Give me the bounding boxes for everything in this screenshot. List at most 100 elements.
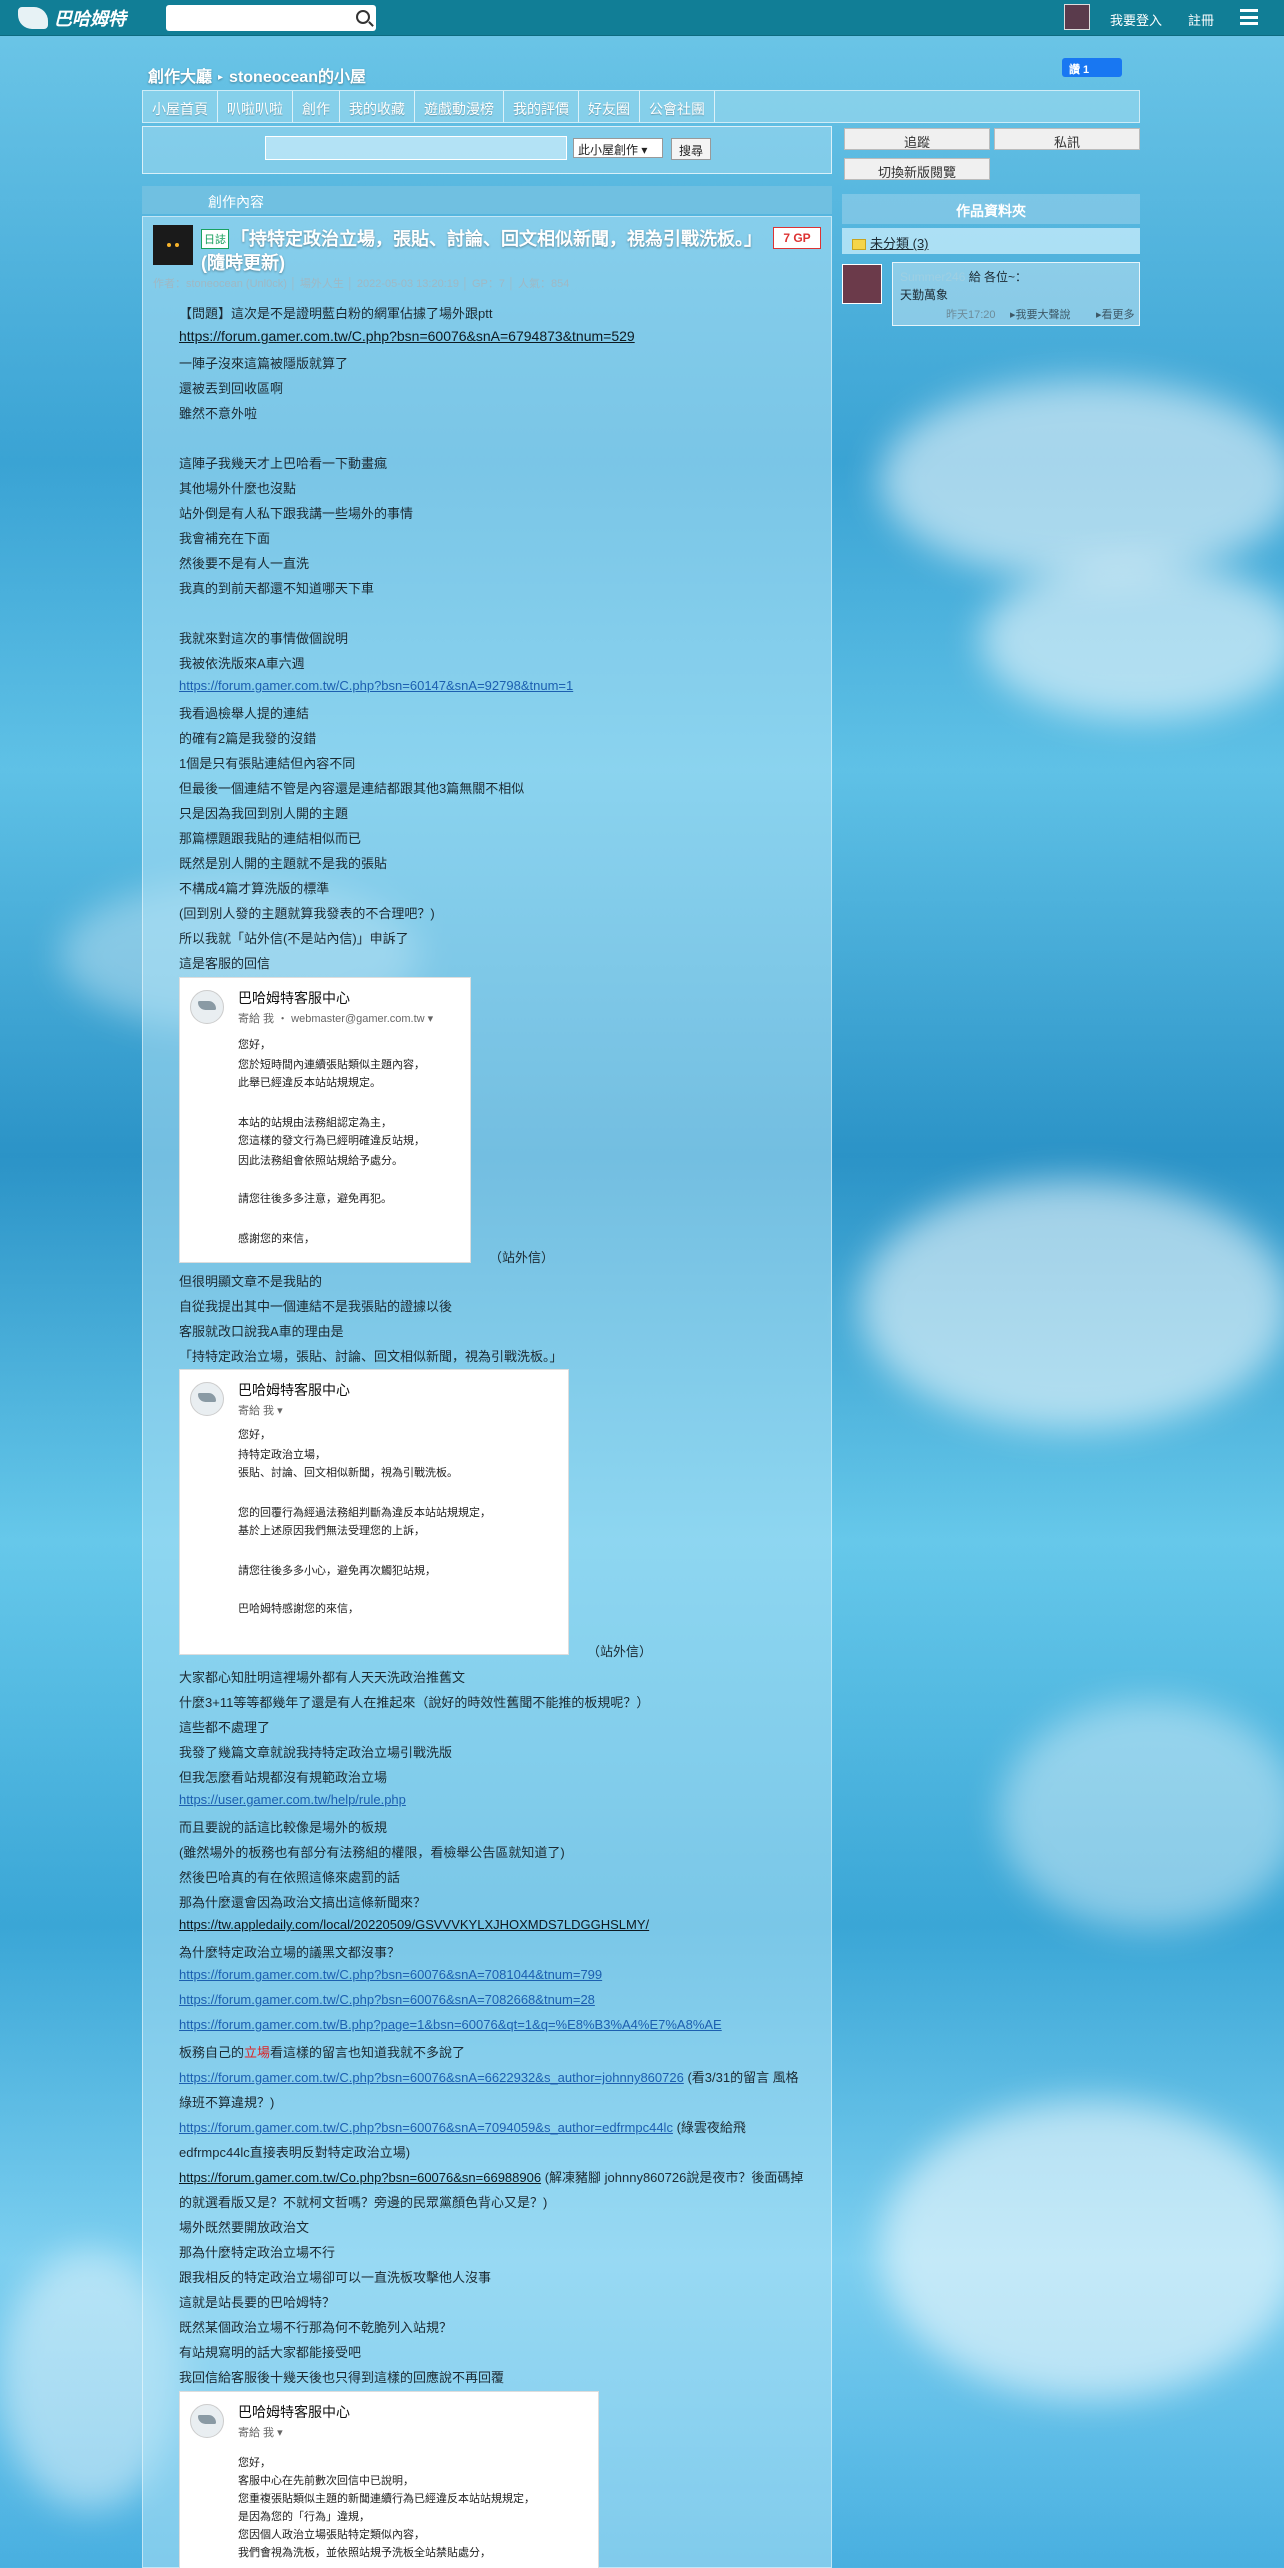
nav-tab-bala[interactable]: 叭啦叭啦 [218,91,293,122]
nav-tab-creation[interactable]: 創作 [293,91,340,122]
text-link[interactable]: https://forum.gamer.com.tw/C.php?bsn=600… [179,1967,602,1982]
text-line: 但最後一個連結不管是內容還是連結都跟其他3篇無關不相似 [179,781,525,796]
mail-sender: 巴哈姆特客服中心 [238,2404,350,2420]
text-link[interactable]: https://tw.appledaily.com/local/20220509… [179,1917,649,1932]
text-link[interactable]: https://forum.gamer.com.tw/C.php?bsn=600… [179,328,635,344]
text-line: 既然是別人開的主題就不是我的張貼 [179,856,388,871]
top-navbar: 巴哈姆特 我要登入 註冊 [0,0,1284,36]
mail-text: 持特定政治立場， [238,1449,326,1461]
switch-version-button[interactable]: 切換新版閱覽 [844,158,990,180]
text-line: 我發了幾篇文章就說我持特定政治立場引戰洗版 [179,1745,453,1760]
text-line: 然後要不是有人一直洗 [179,556,310,571]
home-search-bar: 此小屋創作 ▾ 搜尋 [142,126,832,174]
text-link[interactable]: https://forum.gamer.com.tw/Co.php?bsn=60… [179,2170,541,2185]
bahamut-service-logo-icon [190,990,224,1024]
mail-text: 您好， [238,1429,271,1441]
home-search-button[interactable]: 搜尋 [671,138,711,160]
text-line: https://forum.gamer.com.tw/C.php?bsn=600… [179,2067,799,2086]
search-scope-value: 此小屋創作 [578,143,639,157]
text-line: 有站規寫明的話大家都能接受吧 [179,2345,362,2360]
breadcrumb-arrow-icon: ▸ [218,72,224,84]
site-logo[interactable]: 巴哈姆特 [18,4,126,32]
nav-tab-ranking[interactable]: 遊戲動漫榜 [415,91,504,122]
text-part: (看3/31的留言 風格 [683,2070,799,2085]
hamburger-menu-icon[interactable] [1240,9,1258,25]
register-link[interactable]: 註冊 [1188,10,1214,29]
gp-badge[interactable]: 7 GP [773,227,821,249]
folder-item[interactable]: 未分類 (3) [842,228,1140,254]
follow-button[interactable]: 追蹤 [844,128,990,150]
text-part: 板務自己的 [179,2045,245,2060]
text-link[interactable]: https://user.gamer.com.tw/help/rule.php [179,1792,406,1807]
text-link[interactable]: https://forum.gamer.com.tw/C.php?bsn=600… [179,2120,673,2135]
diary-tag: 日誌 [201,229,229,249]
text-line: 這陣子我幾天才上巴哈看一下動畫瘋 [179,456,388,471]
nav-tab-collection[interactable]: 我的收藏 [340,91,415,122]
home-nav-tabs: 小屋首頁 叭啦叭啦 創作 我的收藏 遊戲動漫榜 我的評價 好友圈 公會社團 [142,90,1140,123]
mail-recipient: 寄給 我 ▾ [238,2427,283,2439]
search-scope-select[interactable]: 此小屋創作 ▾ [573,138,663,158]
mail-text: 此舉已經違反本站站規規定。 [238,1077,381,1089]
mail-text: 本站的站規由法務組認定為主， [238,1117,392,1129]
text-line: 只是因為我回到別人開的主題 [179,806,349,821]
user-avatar[interactable] [1064,4,1090,30]
login-link[interactable]: 我要登入 [1110,10,1162,29]
text-line: 那篇標題跟我貼的連結相似而已 [179,831,362,846]
text-line: 既然某個政治立場不行那為何不乾脆列入站規？ [179,2320,453,2335]
mail-text: 您這樣的發文行為已經明確違反站規， [238,1135,425,1147]
bahamut-service-logo-icon [190,2404,224,2438]
comment-user[interactable]: Summer246 [900,270,965,284]
comment-reply-link[interactable]: ▸我要大聲說 [1010,306,1071,322]
text-part: (綠雲夜給飛 [672,2120,746,2135]
email-screenshot-2: 巴哈姆特客服中心 寄給 我 ▾ 您好， 持特定政治立場， 張貼、討論、回文相似新… [179,1369,569,1655]
comment-more-link[interactable]: ▸看更多 [1096,306,1135,322]
text-line: 我被依洗版來A車六週 [179,656,305,671]
text-part: (解凍豬腳 johnny860726說是夜市？後面碼掉 [541,2170,804,2185]
mail-recipient: 寄給 我 ▾ [238,1405,283,1417]
text-line: 還被丟到回收區啊 [179,381,284,396]
nav-tab-reviews[interactable]: 我的評價 [504,91,579,122]
mail-text: 您好， [238,1039,271,1051]
nav-tab-friends[interactable]: 好友圈 [579,91,640,122]
breadcrumb-root[interactable]: 創作大廳 [148,69,212,86]
mail-text: 您於短時間內連續張貼類似主題內容， [238,1059,425,1071]
site-search-input[interactable] [166,5,376,31]
text-line: (回到別人發的主題就算我發表的不合理吧？) [179,906,435,921]
text-line: 但我怎麼看站規都沒有規範政治立場 [179,1770,388,1785]
offsite-note: （站外信） [489,1250,555,1265]
text-line: 我看過檢舉人提的連結 [179,706,310,721]
text-link[interactable]: https://forum.gamer.com.tw/C.php?bsn=601… [179,678,573,693]
breadcrumb-home[interactable]: stoneocean的小屋 [229,69,366,86]
facebook-like-button[interactable]: 讚 1 [1062,58,1122,77]
nav-tab-guilds[interactable]: 公會社團 [640,91,715,122]
mail-text: 您的回覆行為經過法務組判斷為違反本站站規規定， [238,1507,491,1519]
text-link[interactable]: https://forum.gamer.com.tw/B.php?page=1&… [179,2017,722,2032]
text-line: 一陣子沒來這篇被隱版就算了 [179,356,349,371]
main-content-column: 此小屋創作 ▾ 搜尋 創作內容 「持特定政治立場，張貼、討論、回文相似新聞，視為… [142,126,832,2568]
mail-text: 我們會視為洗板，並依照站規予洗板全站禁貼處分， [238,2547,491,2559]
text-line: 其他場外什麼也沒點 [179,481,297,496]
mail-text: 您好， [238,2457,271,2469]
nav-tab-home[interactable]: 小屋首頁 [143,91,218,122]
text-link[interactable]: https://forum.gamer.com.tw/C.php?bsn=600… [179,2070,684,2085]
content-section-title: 創作內容 [142,186,832,214]
text-line: 站外倒是有人私下跟我講一些場外的事情 [179,506,414,521]
text-line: 這些都不處理了 [179,1720,271,1735]
folder-icon [852,239,866,251]
commenter-avatar[interactable] [842,264,882,304]
text-line: 為什麼特定政治立場的議黑文都沒事？ [179,1945,401,1960]
text-link[interactable]: https://forum.gamer.com.tw/C.php?bsn=600… [179,1992,595,2007]
text-line: 這就是站長要的巴哈姆特？ [179,2295,336,2310]
message-button[interactable]: 私訊 [994,128,1140,150]
search-icon[interactable] [356,10,370,24]
text-line: 所以我就「站外信(不是站內信)」申訴了 [179,931,409,946]
comment-text: 天勤萬象 [900,288,949,302]
text-line: 什麼3+11等等都幾年了還是有人在推起來（說好的時效性舊聞不能推的板規呢？） [179,1695,650,1710]
text-line: 綠班不算違規？) [179,2095,275,2110]
article-meta: 作者：stoneocean (Unl0ck) │ 場外人生 │ 2022-05-… [153,278,570,290]
text-line: 的確有2篇是我發的沒錯 [179,731,317,746]
folder-item-label[interactable]: 未分類 (3) [870,236,929,251]
mail-text: 請您往後多多小心，避免再次觸犯站規， [238,1565,436,1577]
home-search-input[interactable] [265,136,567,160]
author-avatar[interactable] [153,225,193,265]
